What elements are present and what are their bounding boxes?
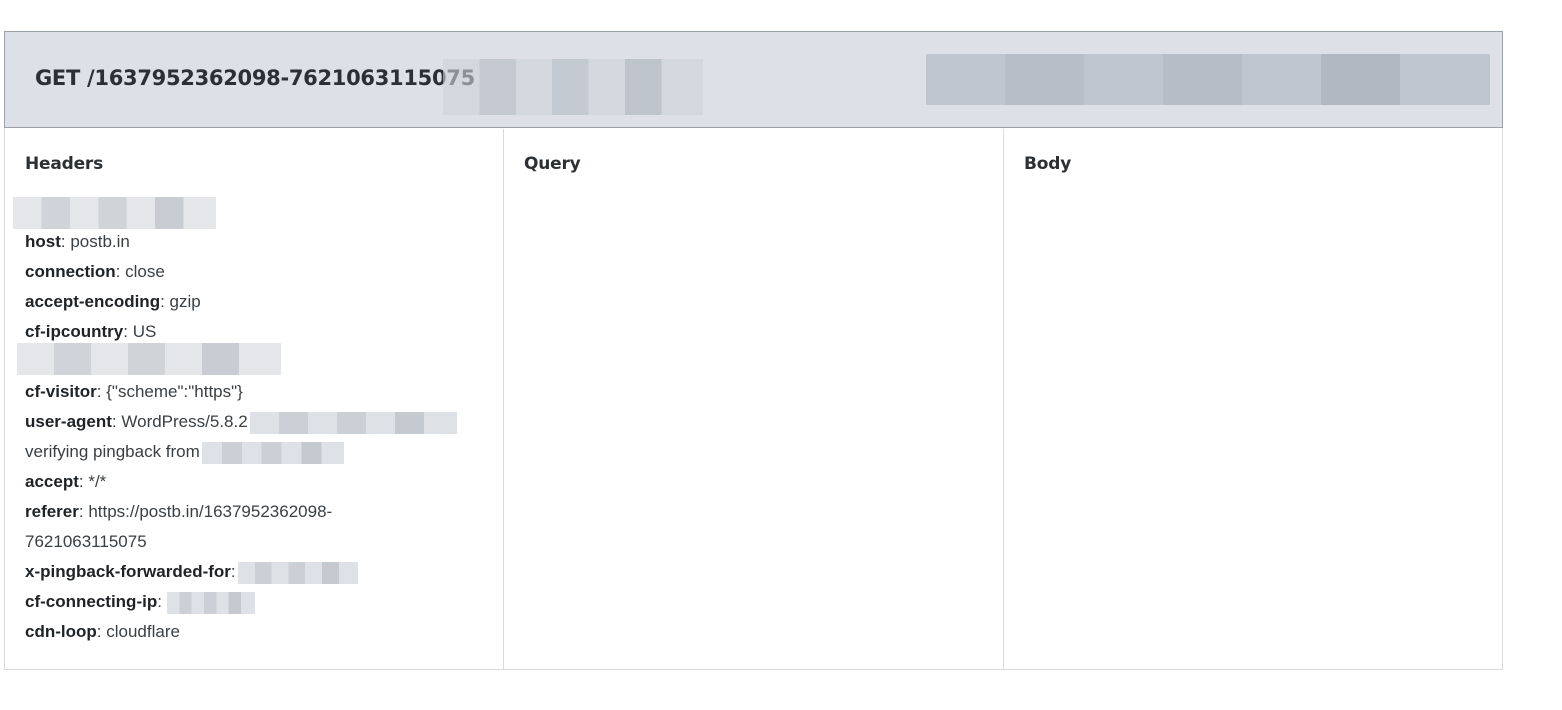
header-value: WordPress/5.8.2 <box>121 412 248 431</box>
header-row: verifying pingback from <box>25 437 485 467</box>
header-value: close <box>125 262 165 281</box>
header-row: 7621063115075 <box>25 527 485 557</box>
header-key: user-agent <box>25 412 112 431</box>
header-key: x-pingback-forwarded-for <box>25 562 231 581</box>
header-value: cloudflare <box>106 622 180 641</box>
header-row: referer: https://postb.in/1637952362098- <box>25 502 333 521</box>
header-value: {"scheme":"https"} <box>106 382 243 401</box>
header-row: cf-ipcountry: US <box>25 322 157 341</box>
header-value: 7621063115075 <box>25 532 147 551</box>
header-row: accept: */* <box>25 472 107 491</box>
headers-column: Headers host: postb.in connection: close… <box>5 129 504 670</box>
query-title: Query <box>524 154 581 174</box>
header-row-spacer <box>25 347 485 377</box>
header-key: cdn-loop <box>25 622 97 641</box>
header-row: accept-encoding: gzip <box>25 292 201 311</box>
request-header: GET /1637952362098-7621063115075 <box>4 31 1503 128</box>
header-row: cdn-loop: cloudflare <box>25 622 180 641</box>
headers-title: Headers <box>25 154 104 174</box>
body-column: Body <box>1004 129 1503 670</box>
headers-list: host: postb.in connection: close accept-… <box>25 227 485 647</box>
header-key: accept <box>25 472 79 491</box>
header-value: US <box>132 322 157 341</box>
header-value: gzip <box>169 292 201 311</box>
query-column: Query <box>504 129 1004 670</box>
redacted-region <box>237 561 358 584</box>
request-title: GET /1637952362098-7621063115075 <box>35 66 475 90</box>
header-key: host <box>25 232 61 251</box>
header-key: referer <box>25 502 79 521</box>
header-row: host: postb.in <box>25 232 130 251</box>
request-card: GET /1637952362098-7621063115075 Headers… <box>4 31 1503 670</box>
header-row: cf-connecting-ip: <box>25 587 485 617</box>
redacted-region <box>926 54 1490 105</box>
header-value: postb.in <box>70 232 130 251</box>
header-key: connection <box>25 262 116 281</box>
redacted-region <box>249 411 457 434</box>
redacted-region <box>166 591 255 614</box>
header-key: cf-connecting-ip <box>25 592 158 611</box>
header-key: cf-visitor <box>25 382 97 401</box>
header-value: verifying pingback from <box>25 442 200 461</box>
header-row: cf-visitor: {"scheme":"https"} <box>25 382 243 401</box>
header-value: https://postb.in/1637952362098- <box>88 502 333 521</box>
redacted-region <box>443 59 703 115</box>
header-row: x-pingback-forwarded-for: <box>25 557 485 587</box>
header-key: cf-ipcountry <box>25 322 124 341</box>
header-row: connection: close <box>25 262 165 281</box>
header-row: user-agent: WordPress/5.8.2 <box>25 407 485 437</box>
redacted-region <box>13 197 216 229</box>
redacted-region <box>201 441 344 464</box>
header-key: accept-encoding <box>25 292 161 311</box>
body-title: Body <box>1024 154 1072 174</box>
header-value: */* <box>88 472 107 491</box>
